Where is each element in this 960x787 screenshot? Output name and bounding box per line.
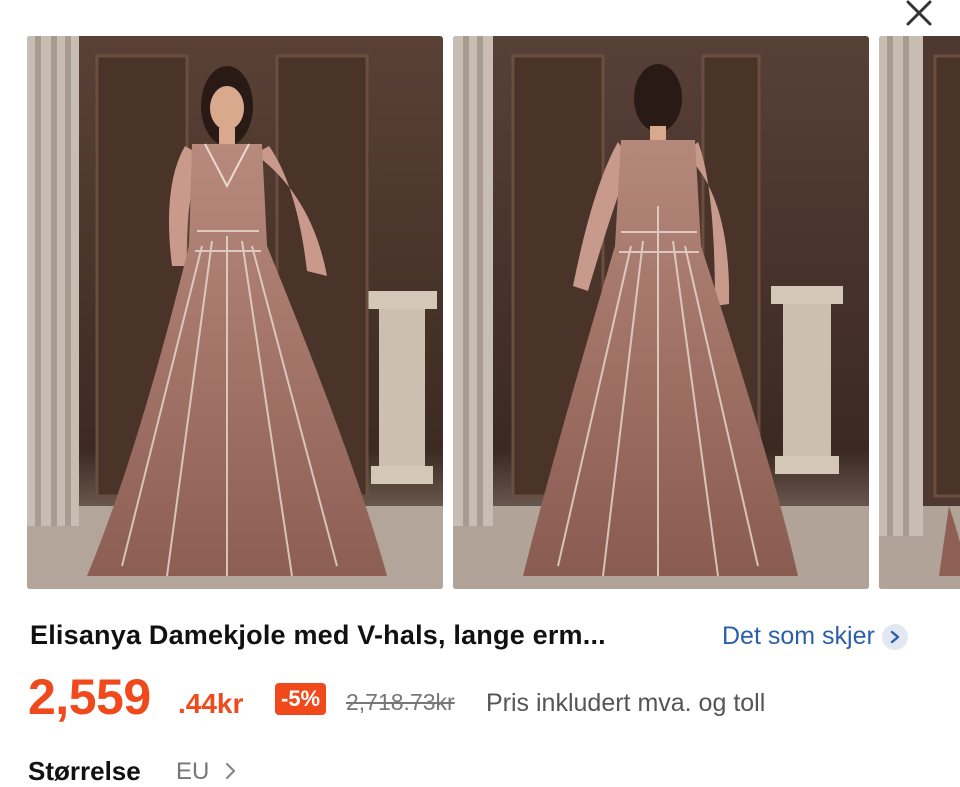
price-row: 2,559 .44kr -5% 2,718.73kr Pris inkluder… [28,668,958,725]
size-region-value: EU [176,758,210,785]
similar-items-label: Det som skjer [722,622,875,650]
chevron-right-icon [225,762,236,780]
price-decimal: .44kr [178,688,244,719]
discount-badge: -5% [275,683,327,715]
close-icon [906,0,932,26]
original-price: 2,718.73kr [346,689,455,715]
size-label: Størrelse [28,756,141,786]
dress-back-photo[interactable] [453,36,869,589]
image-gallery[interactable] [0,36,960,589]
dress-front-photo[interactable] [27,36,443,589]
close-button[interactable] [900,0,940,28]
similar-items-link[interactable]: Det som skjer [722,622,908,651]
chevron-right-icon [881,623,908,650]
price-main: 2,559 [28,669,151,725]
dress-partial-photo[interactable] [879,36,960,589]
product-title-row: Elisanya Damekjole med V-hals, lange erm… [30,618,960,658]
price-note: Pris inkludert mva. og toll [486,689,766,717]
size-selector[interactable]: Størrelse EU [28,756,428,786]
product-title: Elisanya Damekjole med V-hals, lange erm… [30,620,606,650]
